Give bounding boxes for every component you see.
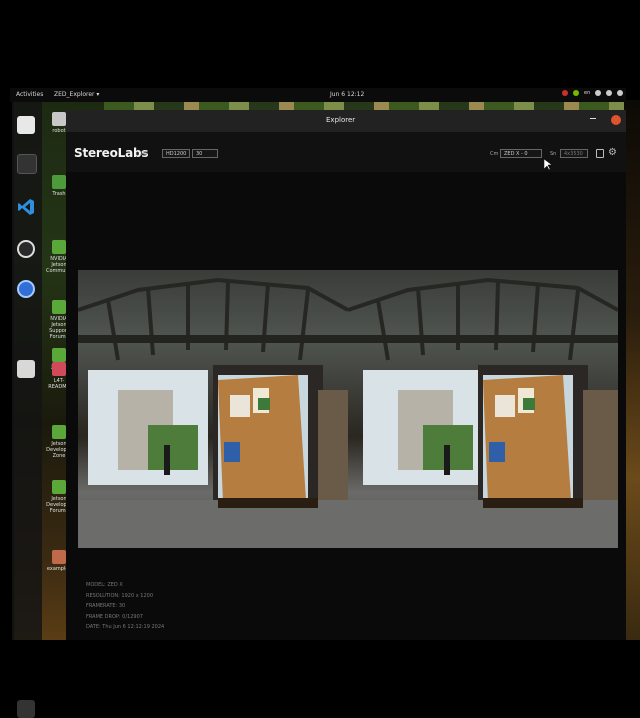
terminal-icon[interactable] bbox=[17, 154, 37, 174]
desktop-icon-image bbox=[52, 425, 66, 439]
vscode-icon[interactable] bbox=[17, 198, 35, 216]
stereo-video-feed bbox=[78, 270, 618, 548]
power-icon[interactable] bbox=[617, 90, 624, 96]
snapshot-button[interactable] bbox=[596, 149, 604, 158]
desktop-icon-image bbox=[52, 175, 66, 189]
language-indicator[interactable]: en bbox=[584, 90, 590, 96]
info-line: DATE: Thu Jun 6 12:12:19 2024 bbox=[86, 624, 165, 630]
desktop-icon-image bbox=[52, 240, 66, 254]
info-line: RESOLUTION: 1920 x 1200 bbox=[86, 592, 154, 599]
files-icon[interactable] bbox=[17, 116, 35, 134]
info-line: FRAMERATE: 30 bbox=[86, 603, 126, 609]
right-camera-view bbox=[348, 270, 618, 548]
resolution-select[interactable]: HD1200 bbox=[162, 149, 190, 158]
app-menu[interactable]: ZED_Explorer ▾ bbox=[54, 91, 99, 98]
clock[interactable]: Jun 6 12:12 bbox=[330, 91, 364, 98]
wallpaper-top bbox=[0, 0, 640, 88]
desktop-icon-image bbox=[52, 480, 66, 494]
app-icon[interactable] bbox=[17, 360, 35, 378]
camera-select[interactable]: ZED X - 0 bbox=[500, 149, 542, 158]
system-tray[interactable]: en bbox=[562, 90, 624, 96]
fps-select[interactable]: 30 bbox=[192, 149, 218, 158]
window-titlebar[interactable]: Explorer bbox=[66, 110, 626, 132]
obs-icon[interactable] bbox=[17, 240, 35, 258]
toolbar: StereoLabs ‹ 1W HD1200 30 Cm ZED X - 0 S… bbox=[66, 132, 626, 172]
desktop-icon-image bbox=[52, 348, 66, 362]
top-bar: Activities ZED_Explorer ▾ Jun 6 12:12 en bbox=[10, 88, 626, 102]
settings-gear-icon[interactable]: ⚙ bbox=[608, 148, 618, 158]
chromium-icon[interactable] bbox=[17, 280, 35, 298]
explorer-window: Explorer StereoLabs ‹ 1W HD1200 30 Cm ZE… bbox=[66, 110, 626, 640]
info-line: FRAME DROP: 0/12907 bbox=[86, 613, 143, 620]
camera-info: MODEL: ZED X RESOLUTION: 1920 x 1200 FRA… bbox=[86, 580, 164, 633]
window-title: Explorer bbox=[326, 116, 356, 124]
dock bbox=[12, 102, 42, 718]
desktop-icon-image bbox=[52, 300, 66, 314]
left-camera-view bbox=[78, 270, 348, 548]
mouse-cursor-icon bbox=[543, 156, 553, 175]
desktop-icon-image bbox=[52, 362, 66, 376]
serial-field: 4x3530 bbox=[560, 149, 588, 158]
camera-label: Cm bbox=[490, 151, 499, 157]
volume-icon[interactable] bbox=[606, 90, 613, 96]
close-button[interactable] bbox=[611, 115, 621, 125]
desktop-icon-image bbox=[52, 112, 66, 126]
show-apps-icon[interactable] bbox=[17, 700, 35, 718]
nvidia-icon[interactable] bbox=[573, 90, 579, 96]
desktop-icon-image bbox=[52, 550, 66, 564]
info-line: MODEL: ZED X bbox=[86, 582, 123, 588]
network-icon[interactable] bbox=[595, 90, 602, 96]
activities-button[interactable]: Activities bbox=[16, 91, 43, 98]
record-icon[interactable] bbox=[562, 90, 568, 96]
toolbar-left-label: ‹ 1W bbox=[136, 151, 148, 157]
minimize-button[interactable] bbox=[590, 118, 596, 119]
